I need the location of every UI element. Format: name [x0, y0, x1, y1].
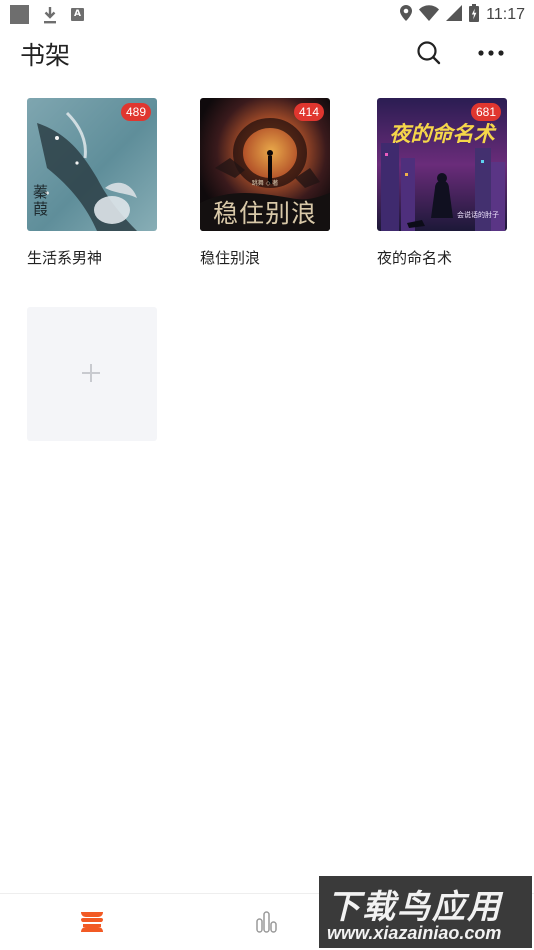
download-icon: [43, 6, 57, 24]
signal-icon: [446, 5, 463, 25]
book-cover[interactable]: 蓁葭 489: [27, 98, 157, 231]
nav-bookshelf[interactable]: [72, 904, 112, 940]
chapter-count-badge: 681: [470, 103, 501, 121]
cover-title-text: 蓁葭: [33, 183, 49, 218]
a-icon: A: [71, 8, 84, 21]
cover-title-text: 夜的命名术: [389, 122, 495, 146]
cover-author-text: 会说话的肘子: [457, 211, 499, 219]
chapter-count-badge: 489: [120, 103, 151, 121]
status-right-icons: 11:17: [400, 4, 525, 26]
search-button[interactable]: [414, 38, 444, 68]
book-item[interactable]: 夜的命名术 会说话的肘子 681 夜的命名术: [377, 98, 509, 268]
square-icon: [10, 5, 29, 24]
status-left-icons: A: [10, 5, 84, 24]
watermark-title: 下载鸟应用: [327, 887, 502, 926]
header: 书架: [0, 28, 534, 78]
book-cover[interactable]: 夜的命名术 会说话的肘子 681: [377, 98, 507, 231]
watermark-url: www.xiazainiao.com: [327, 923, 502, 943]
cover-author-text: 跳舞 ◇ 著: [251, 180, 279, 187]
book-title: 稳住别浪: [200, 249, 261, 267]
book-title: 生活系男神: [27, 249, 103, 267]
status-bar: A 11:17: [0, 0, 534, 28]
rank-chart-icon: [256, 911, 277, 933]
book-title: 夜的命名术: [377, 249, 453, 267]
location-icon: [400, 5, 413, 25]
add-book-button[interactable]: [27, 307, 157, 441]
search-icon: [417, 41, 441, 65]
wifi-icon: [419, 5, 440, 25]
book-item[interactable]: 蓁葭 489 生活系男神: [27, 98, 159, 268]
chapter-count-badge: 414: [293, 103, 324, 121]
watermark: 下载鸟应用 www.xiazainiao.com: [319, 876, 532, 948]
page-title: 书架: [20, 41, 71, 70]
battery-icon: [469, 4, 480, 26]
cover-title-text: 稳住别浪: [212, 199, 317, 228]
book-cover[interactable]: 跳舞 ◇ 著 稳住别浪 414: [200, 98, 330, 231]
more-button[interactable]: [474, 38, 508, 68]
bookshelf-icon: [81, 912, 103, 932]
nav-rank[interactable]: [246, 904, 286, 940]
status-time: 11:17: [486, 6, 525, 23]
more-icon: [478, 50, 504, 56]
book-item[interactable]: 跳舞 ◇ 著 稳住别浪 414 稳住别浪: [200, 98, 332, 268]
